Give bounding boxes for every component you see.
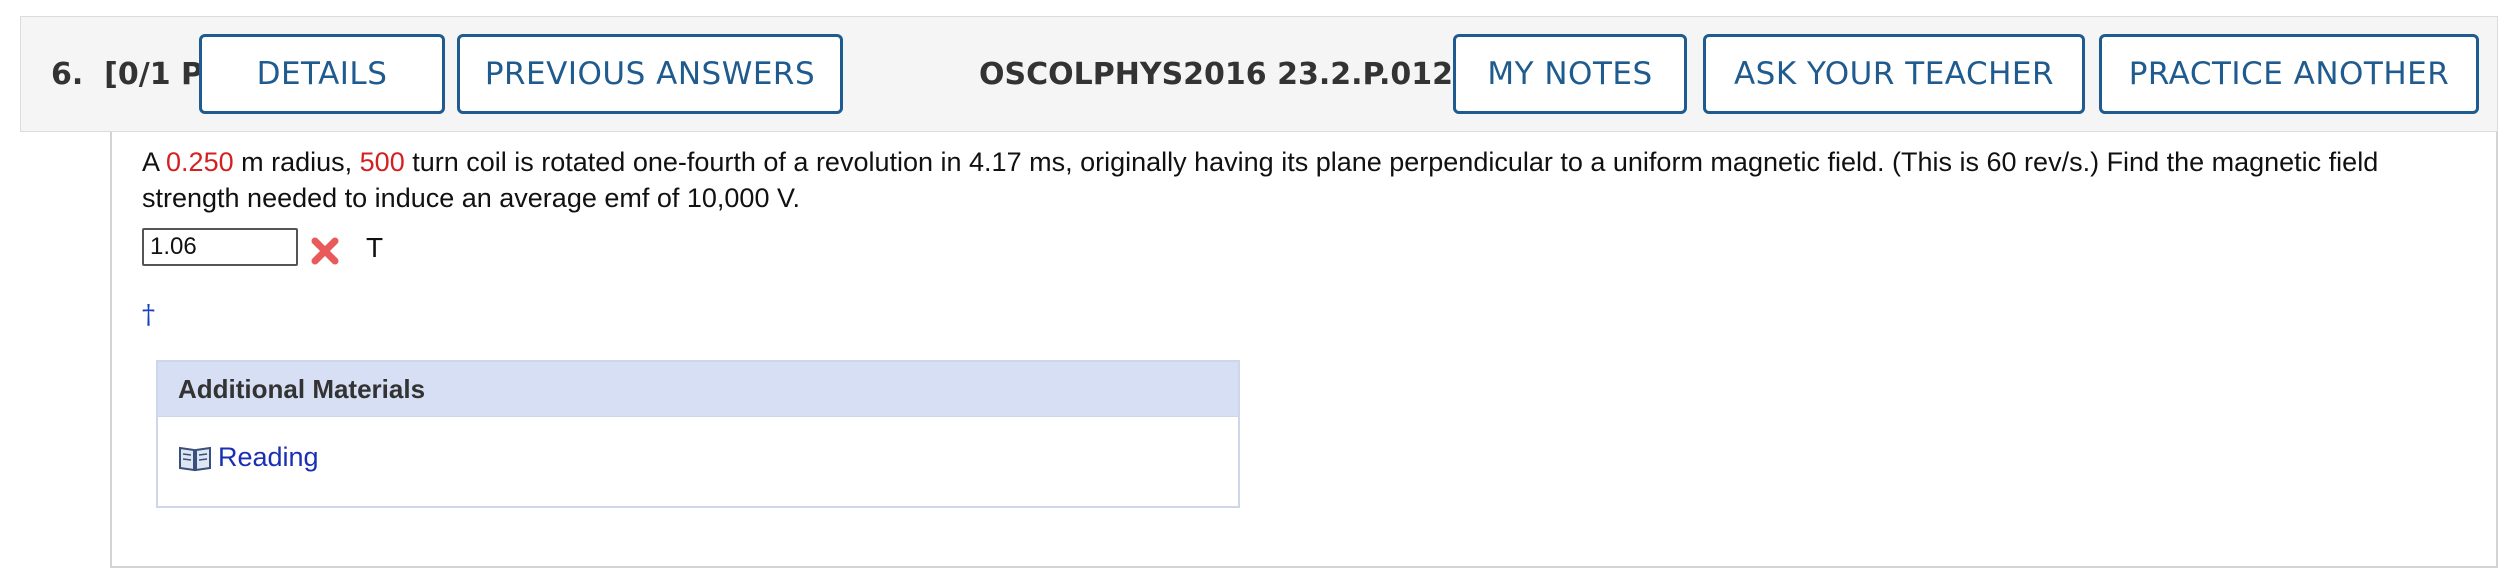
previous-answers-button[interactable]: PREVIOUS ANSWERS	[457, 34, 843, 114]
details-button-label: DETAILS	[256, 56, 388, 92]
question-text-part1: A	[142, 147, 167, 177]
additional-materials-panel: Additional Materials Reading	[156, 360, 1240, 508]
details-button[interactable]: DETAILS	[199, 34, 445, 114]
turns-value: 500	[359, 147, 405, 177]
incorrect-x-icon	[311, 237, 339, 265]
dagger-footnote-link[interactable]: †	[142, 300, 155, 330]
previous-answers-button-label: PREVIOUS ANSWERS	[484, 56, 816, 92]
radius-value: 0.250	[166, 147, 234, 177]
question-body: A 0.250 m radius, 500 turn coil is rotat…	[110, 132, 2498, 568]
ask-your-teacher-button[interactable]: ASK YOUR TEACHER	[1703, 34, 2085, 114]
answer-unit: T	[366, 232, 384, 263]
reading-link[interactable]: Reading	[178, 442, 319, 473]
question-header: 6. [0/1 Points] DETAILS PREVIOUS ANSWERS…	[20, 16, 2498, 132]
answer-input[interactable]	[142, 228, 298, 266]
additional-materials-heading: Additional Materials	[158, 362, 1238, 417]
reading-link-label: Reading	[218, 442, 319, 472]
problem-code: OSCOLPHYS2016 23.2.P.012.	[979, 57, 1465, 92]
practice-another-button-label: PRACTICE ANOTHER	[2128, 56, 2450, 92]
question-text-part2: m radius,	[233, 147, 360, 177]
practice-another-button[interactable]: PRACTICE ANOTHER	[2099, 34, 2479, 114]
book-icon	[179, 446, 211, 471]
question-number: 6.	[51, 57, 84, 92]
my-notes-button[interactable]: MY NOTES	[1453, 34, 1687, 114]
my-notes-button-label: MY NOTES	[1487, 56, 1653, 92]
question-text: A 0.250 m radius, 500 turn coil is rotat…	[142, 144, 2472, 216]
question-text-part3: turn coil is rotated one-fourth of a rev…	[142, 147, 2379, 213]
ask-your-teacher-button-label: ASK YOUR TEACHER	[1733, 56, 2055, 92]
